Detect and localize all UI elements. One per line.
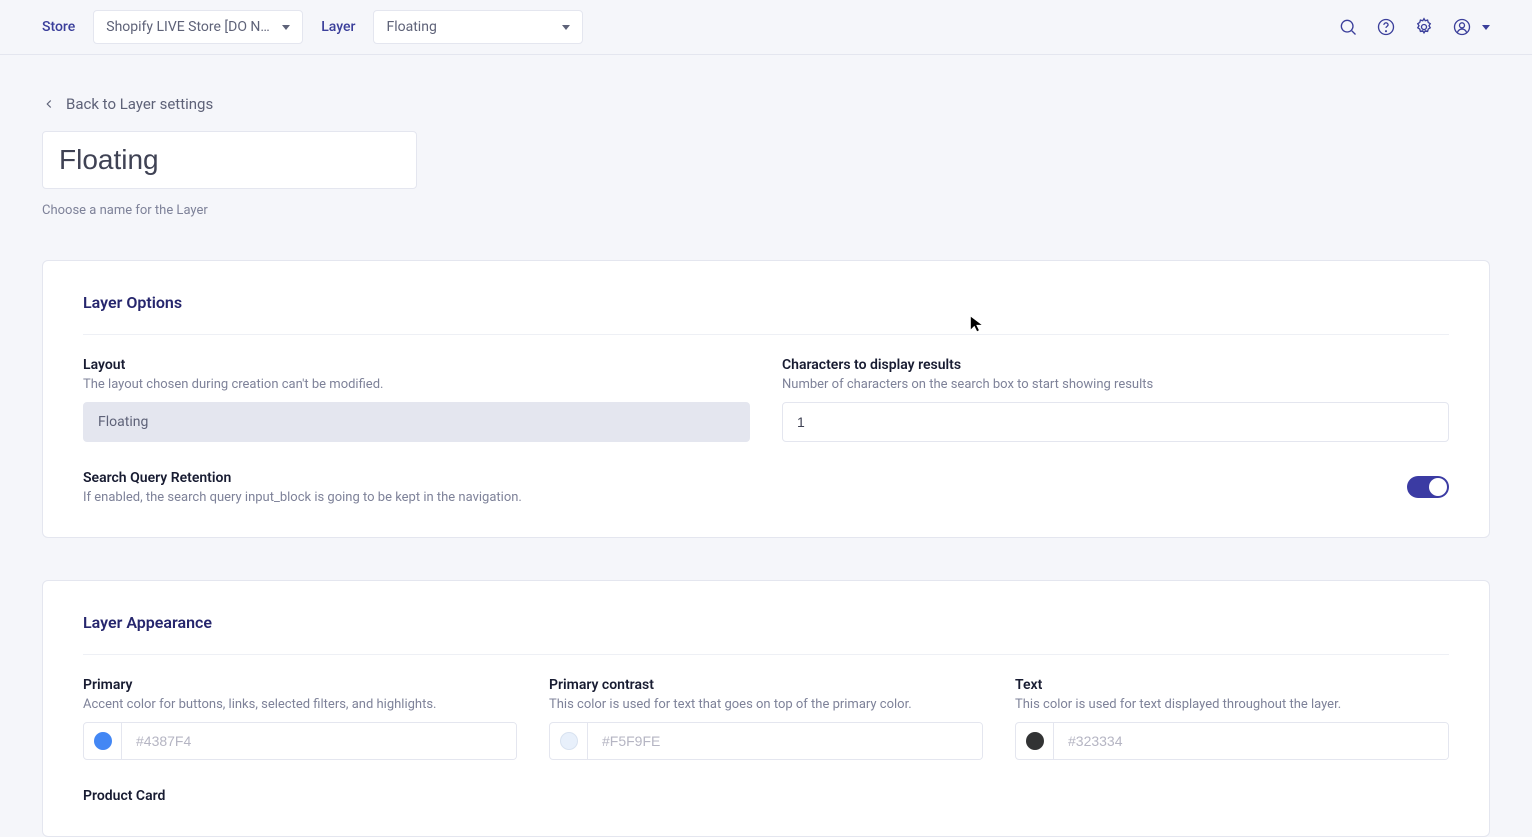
store-label: Store bbox=[42, 19, 75, 35]
contrast-color-input[interactable] bbox=[549, 722, 983, 760]
contrast-label: Primary contrast bbox=[549, 677, 983, 693]
toggle-knob bbox=[1429, 478, 1447, 496]
layer-dropdown-value: Floating bbox=[386, 19, 436, 35]
caret-down-icon bbox=[562, 25, 570, 30]
back-link[interactable]: Back to Layer settings bbox=[42, 95, 1490, 113]
topbar-left: Store Shopify LIVE Store [DO N… Layer Fl… bbox=[42, 10, 583, 44]
layer-name-helper: Choose a name for the Layer bbox=[42, 203, 1490, 218]
text-swatch-box[interactable] bbox=[1016, 723, 1054, 759]
chars-sub: Number of characters on the search box t… bbox=[782, 377, 1449, 392]
back-link-text: Back to Layer settings bbox=[66, 95, 213, 113]
store-dropdown-value: Shopify LIVE Store [DO N… bbox=[106, 19, 270, 35]
search-icon[interactable] bbox=[1338, 17, 1358, 37]
primary-color-input[interactable] bbox=[83, 722, 517, 760]
layout-field: Layout The layout chosen during creation… bbox=[83, 357, 750, 442]
text-sub: This color is used for text displayed th… bbox=[1015, 697, 1449, 712]
chars-label: Characters to display results bbox=[782, 357, 1449, 373]
layer-appearance-card: Layer Appearance Primary Accent color fo… bbox=[42, 580, 1490, 837]
account-icon bbox=[1452, 17, 1472, 37]
chars-input[interactable] bbox=[782, 402, 1449, 442]
layer-name-input[interactable] bbox=[42, 131, 417, 189]
retention-sub: If enabled, the search query input_block… bbox=[83, 490, 1407, 505]
topbar: Store Shopify LIVE Store [DO N… Layer Fl… bbox=[0, 0, 1532, 55]
layout-value: Floating bbox=[83, 402, 750, 442]
page-content: Back to Layer settings Choose a name for… bbox=[0, 55, 1532, 837]
user-menu[interactable] bbox=[1452, 17, 1490, 37]
layout-label: Layout bbox=[83, 357, 750, 373]
retention-row: Search Query Retention If enabled, the s… bbox=[83, 470, 1449, 505]
layout-sub: The layout chosen during creation can't … bbox=[83, 377, 750, 392]
contrast-swatch-box[interactable] bbox=[550, 723, 588, 759]
contrast-sub: This color is used for text that goes on… bbox=[549, 697, 983, 712]
retention-label: Search Query Retention bbox=[83, 470, 1407, 486]
text-label: Text bbox=[1015, 677, 1449, 693]
layer-appearance-title: Layer Appearance bbox=[83, 613, 1449, 655]
text-swatch bbox=[1026, 732, 1044, 750]
contrast-hex-input[interactable] bbox=[588, 723, 982, 759]
text-hex-input[interactable] bbox=[1054, 723, 1448, 759]
primary-sub: Accent color for buttons, links, selecte… bbox=[83, 697, 517, 712]
primary-color-field: Primary Accent color for buttons, links,… bbox=[83, 677, 517, 760]
text-color-input[interactable] bbox=[1015, 722, 1449, 760]
retention-toggle[interactable] bbox=[1407, 476, 1449, 498]
topbar-right bbox=[1338, 17, 1490, 37]
chars-field: Characters to display results Number of … bbox=[782, 357, 1449, 442]
caret-down-icon bbox=[1482, 25, 1490, 30]
text-color-field: Text This color is used for text display… bbox=[1015, 677, 1449, 760]
settings-icon[interactable] bbox=[1414, 17, 1434, 37]
primary-hex-input[interactable] bbox=[122, 723, 516, 759]
layer-label: Layer bbox=[321, 19, 355, 35]
contrast-swatch bbox=[560, 732, 578, 750]
help-icon[interactable] bbox=[1376, 17, 1396, 37]
layer-dropdown[interactable]: Floating bbox=[373, 10, 583, 44]
layer-options-card: Layer Options Layout The layout chosen d… bbox=[42, 260, 1490, 538]
primary-label: Primary bbox=[83, 677, 517, 693]
contrast-color-field: Primary contrast This color is used for … bbox=[549, 677, 983, 760]
chevron-left-icon bbox=[42, 97, 56, 111]
primary-swatch-box[interactable] bbox=[84, 723, 122, 759]
store-dropdown[interactable]: Shopify LIVE Store [DO N… bbox=[93, 10, 303, 44]
layer-options-title: Layer Options bbox=[83, 293, 1449, 335]
caret-down-icon bbox=[282, 25, 290, 30]
primary-swatch bbox=[94, 732, 112, 750]
product-card-heading: Product Card bbox=[83, 788, 1449, 804]
